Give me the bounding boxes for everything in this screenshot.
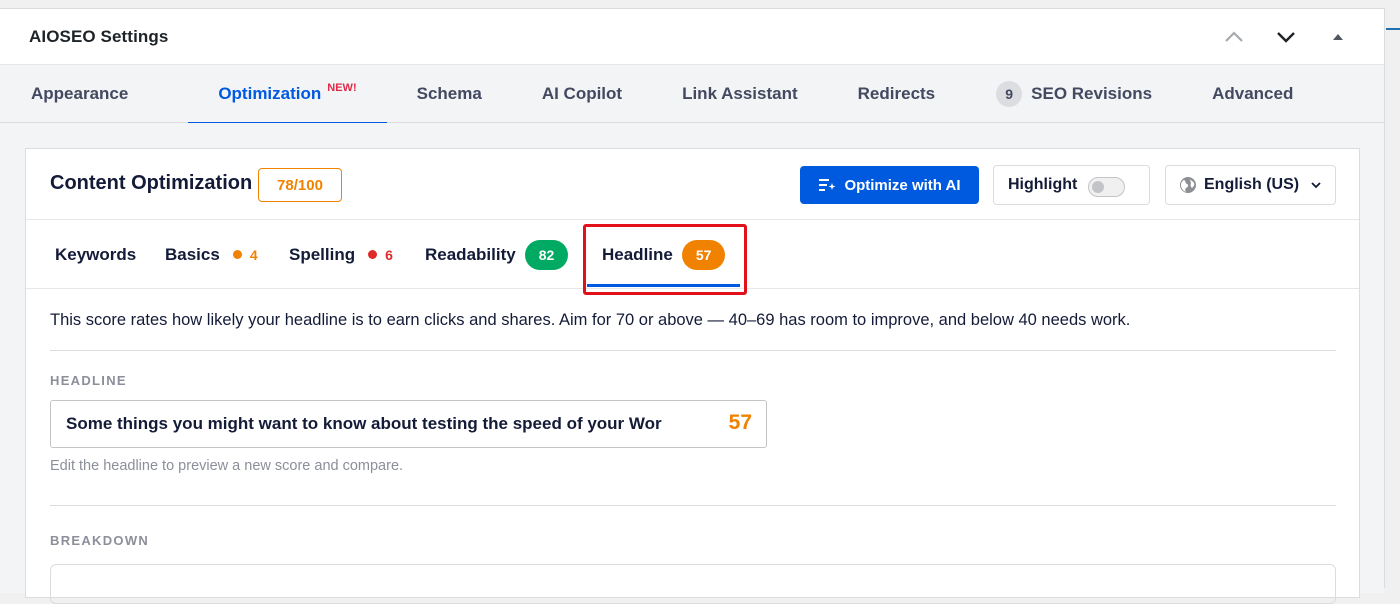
globe-icon [1180, 177, 1196, 193]
optimize-with-ai-button[interactable]: Optimize with AI [800, 166, 979, 204]
language-value: English (US) [1204, 176, 1300, 193]
subtab-keywords[interactable]: Keywords [55, 220, 136, 289]
subtab-readability[interactable]: Readability 82 [425, 220, 569, 289]
toggle-knob [1092, 181, 1104, 193]
tab-label: Optimization [218, 84, 322, 103]
tab-optimization[interactable]: Optimization NEW! [188, 65, 387, 124]
new-badge: NEW! [327, 82, 357, 94]
highlight-toggle[interactable] [1088, 177, 1125, 197]
divider [50, 505, 1336, 506]
tab-ai-copilot[interactable]: AI Copilot [542, 65, 622, 123]
panel-header: AIOSEO Settings [0, 9, 1384, 64]
tab-label: AI Copilot [541, 84, 623, 103]
issue-count: 6 [385, 246, 393, 263]
aioseo-settings-panel: AIOSEO Settings Appearance Optimization … [0, 8, 1385, 604]
optimize-button-label: Optimize with AI [844, 176, 961, 194]
headline-input[interactable]: Some things you might want to know about… [50, 400, 767, 448]
tab-label: SEO Revisions [1031, 84, 1153, 103]
ai-sparkle-list-icon [819, 179, 836, 191]
card-header: Content Optimization 78/100 Optimize wit… [26, 149, 1359, 220]
content-optimization-title: Content Optimization [50, 172, 253, 194]
issue-count: 4 [249, 246, 258, 263]
tab-seo-revisions[interactable]: 9 SEO Revisions [996, 65, 1152, 123]
tab-advanced[interactable]: Advanced [1212, 65, 1293, 123]
content-optimization-card: Content Optimization 78/100 Optimize wit… [25, 148, 1360, 604]
tab-appearance[interactable]: Appearance [31, 65, 128, 123]
chevron-down-icon [1277, 31, 1295, 43]
score-pill: 82 [524, 239, 569, 270]
tab-content: Content Optimization 78/100 Optimize wit… [0, 123, 1384, 604]
breakdown-list [50, 564, 1336, 604]
move-down-button[interactable] [1260, 9, 1312, 64]
tab-label: Appearance [31, 84, 129, 103]
error-dot [368, 250, 378, 259]
subtab-label: Spelling [289, 244, 356, 264]
toggle-panel-button[interactable] [1312, 9, 1364, 64]
panel-title: AIOSEO Settings [29, 26, 169, 46]
overall-score-badge: 78/100 [258, 168, 342, 202]
divider [50, 350, 1336, 351]
tab-label: Schema [416, 84, 482, 103]
breakdown-section-label: BREAKDOWN [50, 533, 150, 548]
headline-score: 57 [728, 411, 752, 434]
headline-hint: Edit the headline to preview a new score… [50, 458, 404, 474]
subtab-label: Keywords [55, 244, 137, 264]
triangle-up-icon [1333, 33, 1343, 40]
tab-link-assistant[interactable]: Link Assistant [682, 65, 798, 123]
edge-accent-line [1386, 28, 1400, 30]
panel-controls [1208, 9, 1364, 64]
tab-schema[interactable]: Schema [417, 65, 482, 123]
tab-label: Redirects [857, 84, 936, 103]
highlight-label: Highlight [1008, 176, 1078, 193]
tab-label: Advanced [1212, 84, 1294, 103]
chevron-up-icon [1225, 30, 1243, 42]
language-select[interactable]: English (US) [1165, 165, 1336, 205]
subtab-label: Basics [165, 244, 220, 264]
subtab-spelling[interactable]: Spelling 6 [289, 220, 393, 289]
tab-redirects[interactable]: Redirects [858, 65, 935, 123]
highlight-annotation-box [583, 224, 747, 295]
revisions-count-badge: 9 [996, 81, 1023, 107]
tab-label: Link Assistant [682, 84, 798, 103]
subtab-label: Readability [425, 244, 516, 264]
main-tabs: Appearance Optimization NEW! Schema AI C… [0, 64, 1384, 124]
headline-input-value: Some things you might want to know about… [66, 414, 662, 433]
chevron-down-icon [1311, 182, 1321, 189]
headline-section-label: HEADLINE [50, 373, 127, 388]
subtab-basics[interactable]: Basics 4 [165, 220, 258, 289]
warning-dot [232, 250, 242, 259]
analysis-subtabs: Keywords Basics 4 Spelling 6 Readability… [26, 220, 1359, 295]
highlight-control: Highlight [993, 165, 1150, 205]
headline-description: This score rates how likely your headlin… [50, 311, 1131, 329]
move-up-button[interactable] [1208, 9, 1260, 64]
